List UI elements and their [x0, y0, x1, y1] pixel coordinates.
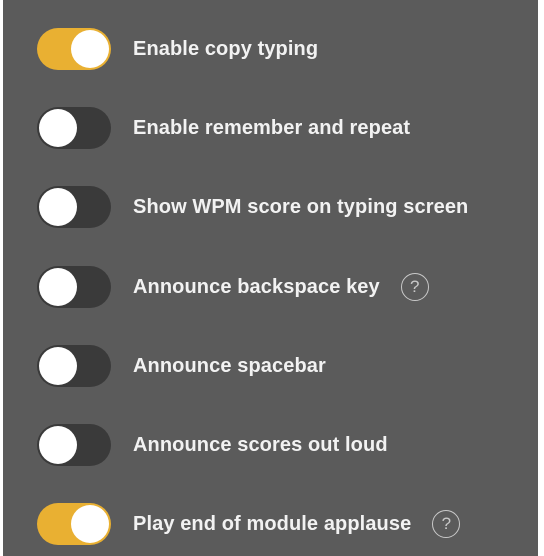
setting-label: Announce scores out loud [133, 433, 388, 456]
setting-enable-copy-typing[interactable]: Enable copy typing [37, 26, 318, 72]
setting-show-wpm-score[interactable]: Show WPM score on typing screen [37, 184, 468, 230]
settings-panel: Enable copy typing Enable remember and r… [3, 0, 538, 556]
setting-announce-backspace-key[interactable]: Announce backspace key ? [37, 264, 429, 310]
setting-enable-remember-and-repeat[interactable]: Enable remember and repeat [37, 105, 410, 151]
setting-label: Enable remember and repeat [133, 116, 411, 139]
setting-announce-spacebar[interactable]: Announce spacebar [37, 343, 326, 389]
toggle-switch-off[interactable] [37, 345, 111, 387]
toggle-knob [71, 30, 109, 68]
setting-label: Enable copy typing [133, 37, 319, 60]
toggle-knob [39, 268, 77, 306]
toggle-knob [39, 188, 77, 226]
setting-label: Play end of module applause [133, 512, 412, 535]
setting-label: Show WPM score on typing screen [133, 195, 469, 218]
toggle-knob [39, 347, 77, 385]
setting-announce-scores-out-loud[interactable]: Announce scores out loud [37, 422, 388, 468]
help-icon[interactable]: ? [432, 510, 461, 538]
toggle-switch-off[interactable] [37, 186, 111, 228]
help-icon[interactable]: ? [400, 273, 429, 301]
setting-play-end-of-module-applause[interactable]: Play end of module applause ? [37, 501, 461, 547]
toggle-knob [39, 426, 77, 464]
toggle-knob [71, 505, 109, 543]
toggle-switch-on[interactable] [37, 28, 111, 70]
setting-label: Announce backspace key [133, 275, 380, 298]
toggle-switch-off[interactable] [37, 266, 111, 308]
toggle-switch-on[interactable] [37, 503, 111, 545]
toggle-switch-off[interactable] [37, 424, 111, 466]
toggle-switch-off[interactable] [37, 107, 111, 149]
setting-label: Announce spacebar [133, 354, 326, 377]
toggle-knob [39, 109, 77, 147]
